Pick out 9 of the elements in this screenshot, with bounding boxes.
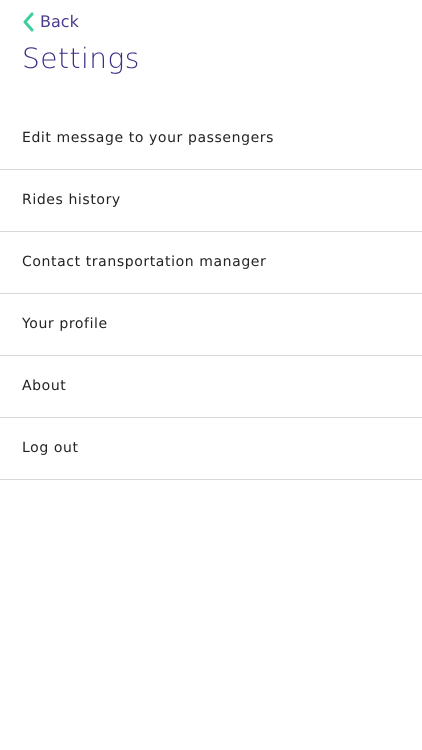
settings-item[interactable]: Log out <box>0 418 422 480</box>
settings-item[interactable]: About <box>0 356 422 418</box>
back-button[interactable]: Back <box>22 10 79 34</box>
page-title: Settings <box>22 41 141 77</box>
settings-item[interactable]: Edit message to your passengers <box>0 108 422 170</box>
settings-item[interactable]: Contact transportation manager <box>0 232 422 294</box>
settings-item[interactable]: Rides history <box>0 170 422 232</box>
chevron-left-icon <box>22 12 34 32</box>
settings-item[interactable]: Your profile <box>0 294 422 356</box>
